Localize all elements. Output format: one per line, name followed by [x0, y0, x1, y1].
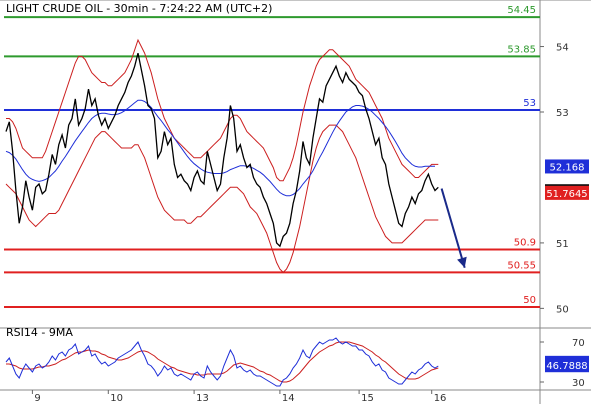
rsi-badge: 46.7888	[545, 358, 589, 373]
level-label: 50.55	[507, 260, 536, 271]
level-label: 53	[523, 98, 536, 109]
level-label: 50.9	[514, 237, 536, 248]
rsi-ma-line	[6, 341, 439, 383]
chart-container: 54 53 51 50 54.45 53.85 53 50.9 50.55 50 52.168 51.…	[0, 0, 591, 404]
rsi-badge-label: 46.7888	[546, 361, 587, 372]
rsi-line	[5, 337, 439, 387]
price-tick-label: 51	[556, 239, 569, 250]
level-label: 53.85	[507, 44, 536, 55]
price-badge: 52.168	[545, 159, 589, 174]
chart-title: LIGHT CRUDE OIL - 30min - 7:24:22 AM (UT…	[6, 2, 272, 15]
rsi-tick-label: 30	[572, 378, 585, 389]
price-badge: 51.7645	[545, 185, 589, 200]
price-tick-label: 53	[556, 108, 569, 119]
date-tick-label: 14	[282, 393, 295, 404]
date-tick-label: 10	[110, 393, 123, 404]
level-label: 50	[523, 295, 536, 306]
date-tick-label: 15	[361, 393, 374, 404]
price-tick-label: 50	[556, 304, 569, 315]
forecast-arrow-shaft	[440, 188, 466, 269]
price-tick-label: 54	[556, 43, 569, 54]
chart-svg: 54 53 51 50 54.45 53.85 53 50.9 50.55 50 52.168 51.…	[0, 0, 591, 404]
date-tick-label: 9	[34, 393, 40, 404]
price-line	[5, 52, 439, 248]
rsi-tick-label: 70	[572, 338, 585, 349]
price-badge-label: 52.168	[550, 162, 585, 173]
rsi-title: RSI14 - 9MA	[6, 326, 73, 339]
date-tick-label: 16	[434, 393, 447, 404]
level-label: 54.45	[507, 5, 536, 16]
price-badge-label: 51.7645	[546, 189, 587, 200]
date-tick-label: 13	[196, 393, 209, 404]
